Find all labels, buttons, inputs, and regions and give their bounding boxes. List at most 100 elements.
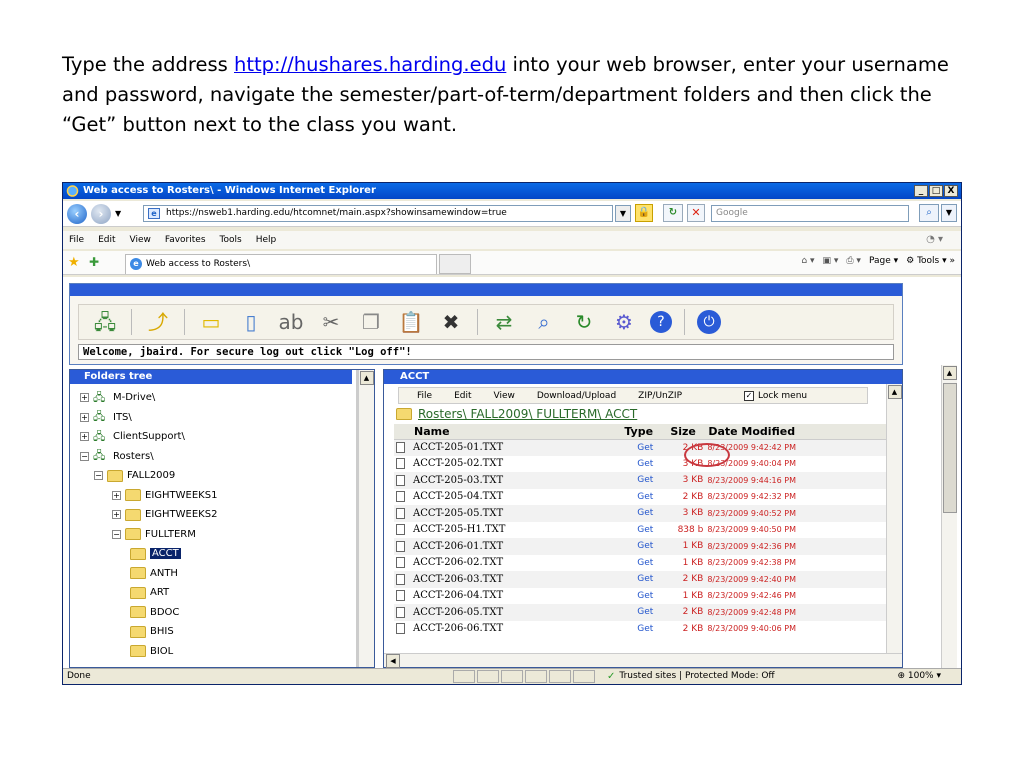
get-button[interactable]: Get: [622, 538, 669, 555]
settings-icon[interactable]: ⚙: [610, 308, 638, 336]
minimize-button[interactable]: _: [914, 185, 928, 197]
new-file-icon[interactable]: ▯: [237, 308, 265, 336]
scroll-left-arrow[interactable]: ◀: [386, 654, 400, 668]
menu-help[interactable]: Help: [256, 235, 277, 245]
drive-icon[interactable]: 🖧: [91, 308, 119, 336]
menu-edit[interactable]: Edit: [98, 235, 115, 245]
collapse-icon[interactable]: −: [94, 471, 103, 481]
folder-tree-item[interactable]: + EIGHTWEEKS2: [74, 505, 344, 525]
folder-tree-item[interactable]: − FULLTERM: [74, 525, 344, 545]
folder-tree-item[interactable]: + 🖧 ITS\: [74, 408, 344, 428]
cut-icon[interactable]: ✂: [317, 308, 345, 336]
refresh-button[interactable]: ↻: [663, 204, 683, 222]
column-size[interactable]: Size: [668, 424, 707, 440]
table-row[interactable]: ACCT-206-04.TXT Get 1 KB 8/23/2009 9:42:46 …: [394, 588, 890, 605]
hushares-link[interactable]: http://hushares.harding.edu: [234, 53, 506, 76]
scrollbar-thumb[interactable]: [943, 383, 957, 513]
share-icon[interactable]: ⇄: [490, 308, 518, 336]
stop-button[interactable]: ✕: [687, 204, 705, 222]
up-folder-icon[interactable]: ⤴: [144, 308, 172, 336]
copy-icon[interactable]: ❐: [357, 308, 385, 336]
table-row[interactable]: ACCT-205-03.TXT Get 3 KB 8/23/2009 9:44:16 …: [394, 472, 890, 489]
expand-icon[interactable]: +: [80, 432, 89, 442]
log-off-icon[interactable]: ⏻: [697, 310, 721, 334]
files-menu-edit[interactable]: Edit: [454, 391, 471, 401]
paste-icon[interactable]: 📋: [397, 308, 425, 336]
menu-view[interactable]: View: [130, 235, 151, 245]
menu-favorites[interactable]: Favorites: [165, 235, 206, 245]
expand-icon[interactable]: +: [112, 510, 121, 520]
folder-tree-item[interactable]: BHIS: [74, 622, 344, 642]
close-button[interactable]: X: [944, 185, 958, 197]
search-icon[interactable]: ⌕: [919, 204, 939, 222]
files-horizontal-scrollbar[interactable]: ◀: [384, 653, 902, 668]
lock-menu-checkbox[interactable]: ✓ Lock menu: [744, 390, 807, 401]
get-button[interactable]: Get: [622, 489, 668, 506]
feeds-icon[interactable]: ▣ ▾: [822, 256, 838, 266]
folder-tree-item[interactable]: BIOL: [74, 642, 344, 662]
files-scrollbar[interactable]: ▲: [886, 384, 902, 654]
get-button[interactable]: Get: [622, 456, 668, 473]
table-row[interactable]: ACCT-206-06.TXT Get 2 KB 8/23/2009 9:40:06 …: [394, 621, 890, 638]
add-favorite-icon[interactable]: ✚: [89, 255, 99, 269]
search-files-icon[interactable]: ⌕: [530, 308, 558, 336]
files-menu-zip[interactable]: ZIP/UnZIP: [638, 391, 682, 401]
table-row[interactable]: ACCT-205-04.TXT Get 2 KB 8/23/2009 9:42:32 …: [394, 489, 890, 506]
get-button[interactable]: Get: [622, 505, 669, 522]
address-dropdown[interactable]: ▼: [615, 205, 631, 222]
address-field[interactable]: e https://nsweb1.harding.edu/htcomnet/ma…: [143, 205, 613, 222]
table-row[interactable]: ACCT-206-01.TXT Get 1 KB 8/23/2009 9:42:36 …: [394, 538, 890, 555]
folder-tree-item[interactable]: BDOC: [74, 603, 344, 623]
menu-file[interactable]: File: [69, 235, 84, 245]
favorites-star-icon[interactable]: ★: [68, 255, 80, 270]
folder-tree-item[interactable]: ANTH: [74, 564, 344, 584]
rename-icon[interactable]: ab: [277, 308, 305, 336]
lock-icon[interactable]: 🔒: [635, 204, 653, 222]
folder-tree-item[interactable]: ART: [74, 583, 344, 603]
expand-icon[interactable]: +: [80, 393, 89, 403]
get-button[interactable]: Get: [622, 571, 669, 588]
refresh-files-icon[interactable]: ↻: [570, 308, 598, 336]
forward-button[interactable]: ›: [91, 204, 111, 224]
tab-web-access-to-rosters[interactable]: e Web access to Rosters\: [125, 254, 437, 274]
scroll-up-arrow[interactable]: ▲: [942, 366, 957, 380]
folder-tree-item[interactable]: ACCT: [74, 544, 344, 564]
translate-icon[interactable]: ◔ ▾: [926, 234, 943, 245]
folder-tree-item[interactable]: − FALL2009: [74, 466, 344, 486]
folder-tree-item[interactable]: + 🖧 M-Drive\: [74, 388, 344, 408]
print-icon[interactable]: ⎙ ▾: [846, 256, 861, 266]
files-menu-view[interactable]: View: [494, 391, 515, 401]
search-options-dropdown[interactable]: ▼: [941, 204, 957, 222]
recent-pages-dropdown[interactable]: ▼: [115, 209, 121, 218]
folder-tree-item[interactable]: + EIGHTWEEKS1: [74, 486, 344, 506]
tools-menu[interactable]: ⚙ Tools ▾ »: [906, 256, 955, 266]
page-scrollbar[interactable]: ▲: [941, 365, 957, 668]
help-icon[interactable]: ?: [650, 311, 672, 333]
table-row[interactable]: ACCT-205-01.TXT Get 2 KB 8/23/2009 9:42:42 …: [394, 439, 890, 456]
menu-tools[interactable]: Tools: [220, 235, 242, 245]
back-button[interactable]: ‹: [67, 204, 87, 224]
files-menu-file[interactable]: File: [417, 391, 432, 401]
zoom-control[interactable]: ⊕ 100% ▾: [897, 669, 941, 684]
get-button[interactable]: Get: [622, 588, 668, 605]
table-row[interactable]: ACCT-205-02.TXT Get 3 KB 8/23/2009 9:40:04 …: [394, 456, 890, 473]
expand-icon[interactable]: +: [112, 490, 121, 500]
folder-tree-item[interactable]: − 🖧 Rosters\: [74, 447, 344, 467]
column-name[interactable]: Name: [394, 424, 623, 440]
expand-icon[interactable]: +: [80, 412, 89, 422]
folder-tree-item[interactable]: + 🖧 ClientSupport\: [74, 427, 344, 447]
get-button[interactable]: Get: [622, 604, 669, 621]
get-button[interactable]: Get: [622, 621, 668, 638]
table-row[interactable]: ACCT-206-02.TXT Get 1 KB 8/23/2009 9:42:38 …: [394, 555, 890, 572]
page-menu[interactable]: Page ▾: [869, 256, 898, 266]
column-type[interactable]: Type: [622, 424, 669, 440]
collapse-icon[interactable]: −: [80, 451, 89, 461]
column-date-modified[interactable]: Date Modified: [706, 424, 890, 440]
table-row[interactable]: ACCT-205-05.TXT Get 3 KB 8/23/2009 9:40:52 …: [394, 505, 890, 522]
files-menu-download-upload[interactable]: Download/Upload: [537, 391, 616, 401]
security-zone[interactable]: ✓ Trusted sites | Protected Mode: Off: [607, 669, 775, 684]
folders-scrollbar[interactable]: ▲: [358, 370, 374, 667]
get-button[interactable]: Get: [622, 522, 668, 539]
scroll-up-arrow[interactable]: ▲: [887, 385, 902, 399]
get-button[interactable]: Get: [622, 439, 669, 456]
